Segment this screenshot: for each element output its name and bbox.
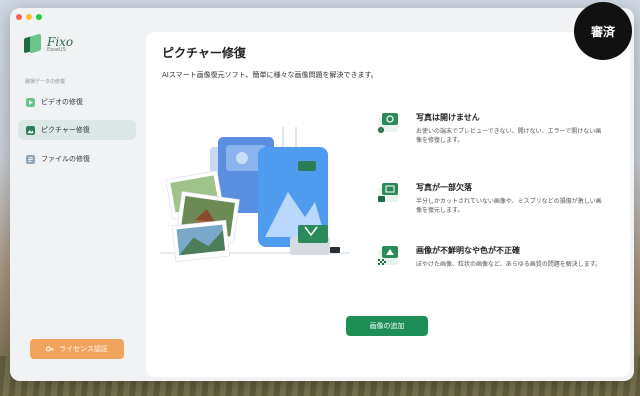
picture-icon xyxy=(26,125,35,135)
sidebar-item-video[interactable]: ビデオの修復 xyxy=(18,92,136,112)
broken-image-icon: ! xyxy=(378,113,398,133)
app-logo: Fixo EaseUS xyxy=(24,33,74,54)
issue-title: 写真は開けません xyxy=(416,113,480,122)
file-icon xyxy=(26,154,35,164)
apple-leaf-icon xyxy=(602,4,616,16)
license-activation-button[interactable]: ライセンス認証 xyxy=(30,339,124,359)
fixo-logo-icon xyxy=(24,33,42,54)
sidebar-item-file[interactable]: ファイルの修復 xyxy=(18,149,136,169)
sidebar-item-label: ビデオの修復 xyxy=(41,98,83,106)
repair-illustration xyxy=(160,127,350,262)
add-image-button[interactable]: 画像の追加 xyxy=(346,316,428,336)
apple-badge: 審済 xyxy=(574,2,632,60)
sidebar: Fixo EaseUS 破損データの修復 ビデオの修復 ピクチャー修復 ファイル… xyxy=(10,8,145,381)
badge-text: 審済 xyxy=(590,24,615,39)
issue-title: 写真が一部欠落 xyxy=(416,183,472,192)
issue-description: 半分しかカットされていない画像や、ミスプリなどの損傷が激しい画像を復元します。 xyxy=(416,198,602,214)
partial-image-icon xyxy=(378,183,398,202)
sidebar-section-label: 破損データの修復 xyxy=(25,79,66,85)
issue-title: 画像が不鮮明なや色が不正確 xyxy=(416,246,520,255)
issue-description: お使いの端末でプレビューできない、開けない、エラーで開けない画像を修復します。 xyxy=(416,128,602,144)
main-panel: ピクチャー修復 AIスマート画像復元ソフト、簡単に様々な画像問題を解決できます。 xyxy=(146,32,630,377)
video-icon xyxy=(26,97,35,107)
sidebar-item-label: ファイルの修復 xyxy=(41,155,90,163)
issue-description: ぼやけた画像、粒状の画像など、あらゆる画質の問題を解決します。 xyxy=(416,261,602,268)
page-title: ピクチャー修復 xyxy=(162,46,246,60)
app-name: Fixo xyxy=(47,34,74,49)
page-subtitle: AIスマート画像復元ソフト、簡単に様々な画像問題を解決できます。 xyxy=(162,71,378,79)
license-button-label: ライセンス認証 xyxy=(59,345,108,353)
app-window: Fixo EaseUS 破損データの修復 ビデオの修復 ピクチャー修復 ファイル… xyxy=(10,8,634,381)
svg-text:!: ! xyxy=(380,128,382,133)
sidebar-item-label: ピクチャー修復 xyxy=(41,126,90,134)
key-icon xyxy=(46,346,54,352)
blurry-image-icon xyxy=(378,246,398,265)
sidebar-item-picture[interactable]: ピクチャー修復 xyxy=(18,120,136,140)
